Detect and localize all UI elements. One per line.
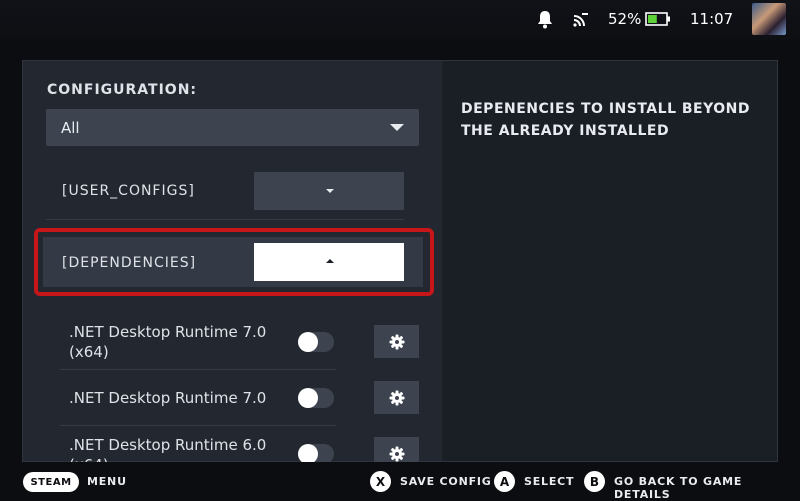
divider	[60, 369, 336, 370]
chevron-down-icon	[326, 189, 334, 193]
gear-icon	[389, 446, 404, 461]
x-button-icon[interactable]: X	[370, 471, 391, 492]
avatar[interactable]	[752, 3, 786, 35]
dependencies-dropdown[interactable]	[254, 243, 404, 281]
configuration-label: CONFIGURATION:	[47, 82, 198, 98]
steam-button[interactable]: STEAM	[23, 472, 79, 492]
toggle-knob	[298, 388, 318, 408]
configuration-dropdown[interactable]: All	[46, 109, 419, 146]
battery-icon	[645, 8, 671, 30]
bell-icon[interactable]	[536, 8, 554, 30]
description-text: DEPENENCIES TO INSTALL BEYOND THE ALREAD…	[461, 101, 750, 139]
user-configs-label: [USER_CONFIGS]	[62, 183, 195, 199]
divider	[46, 219, 404, 220]
dependency-item-name: .NET Desktop Runtime 7.0	[69, 389, 267, 407]
save-config-hint: SAVE CONFIG	[400, 475, 492, 488]
a-button-icon[interactable]: A	[494, 471, 515, 492]
chevron-up-icon	[326, 259, 334, 263]
toggle-knob	[298, 444, 318, 464]
dependency-toggle[interactable]	[298, 388, 334, 408]
go-back-hint: GO BACK TO GAME DETAILS	[614, 475, 743, 501]
battery-fill	[648, 15, 657, 23]
dependencies-label: [DEPENDENCIES]	[62, 255, 197, 271]
b-button-icon[interactable]: B	[584, 471, 605, 492]
toggle-knob	[298, 332, 318, 352]
status-bar	[0, 0, 800, 40]
dependency-settings-button[interactable]	[374, 325, 419, 358]
dependency-settings-button[interactable]	[374, 381, 419, 414]
configuration-value: All	[61, 119, 80, 137]
gear-icon	[389, 334, 404, 349]
dependency-toggle[interactable]	[298, 332, 334, 352]
clock: 11:07	[690, 10, 734, 28]
user-configs-dropdown[interactable]	[254, 172, 404, 210]
dependency-item-label: .NET Desktop Runtime 7.0 (x64)	[69, 322, 266, 362]
dependency-item-name: .NET Desktop Runtime 7.0	[69, 323, 267, 341]
battery-percent: 52%	[608, 10, 642, 28]
dependency-item-arch: (x64)	[69, 343, 109, 361]
dependency-toggle[interactable]	[298, 444, 334, 464]
select-hint: SELECT	[524, 475, 575, 488]
dependency-item-name: .NET Desktop Runtime 6.0	[69, 436, 267, 454]
menu-hint: MENU	[87, 475, 127, 488]
divider	[60, 425, 336, 426]
chevron-down-icon	[390, 124, 404, 131]
gear-icon	[389, 390, 404, 405]
dependency-item-label: .NET Desktop Runtime 7.0	[69, 388, 266, 408]
cast-icon[interactable]	[572, 8, 590, 30]
